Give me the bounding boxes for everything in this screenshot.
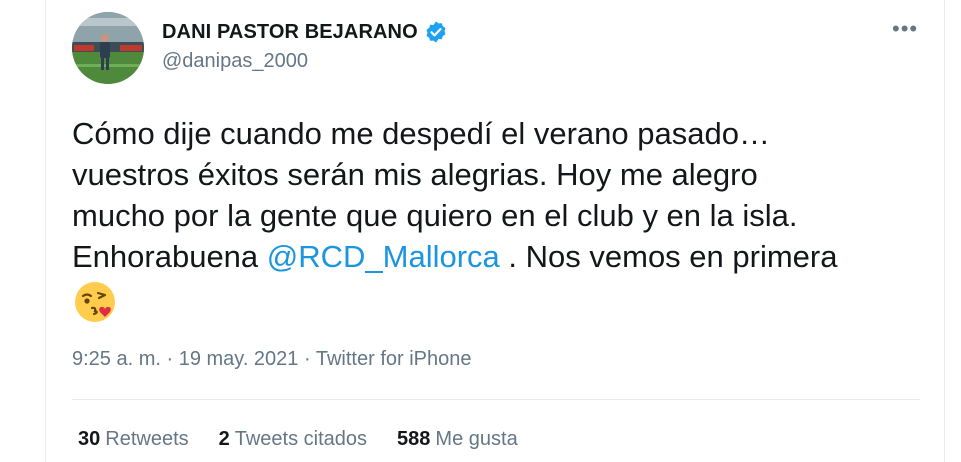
avatar[interactable] (72, 12, 144, 84)
author-handle[interactable]: @danipas_2000 (162, 50, 308, 73)
tweet-line: vuestros éxitos serán mis alegrias. Hoy … (72, 157, 758, 192)
tweet-source[interactable]: Twitter for iPhone (316, 348, 472, 370)
retweets-count: 30 (78, 428, 101, 450)
retweets-stat[interactable]: 30 Retweets (78, 428, 189, 451)
tweet-text-fragment: . Nos vemos en primera (499, 239, 838, 274)
divider (72, 399, 920, 400)
tweet-line: Enhorabuena @RCD_Mallorca . Nos vemos en… (72, 236, 912, 277)
quote-tweets-count: 2 (218, 428, 230, 450)
face-blowing-kiss-icon (72, 279, 118, 325)
avatar-image (72, 12, 144, 84)
retweets-label: Retweets (105, 428, 189, 450)
quote-tweets-label: Tweets citados (234, 428, 368, 450)
likes-label: Me gusta (435, 428, 518, 450)
tweet-time[interactable]: 9:25 a. m. (72, 348, 161, 370)
tweet-line (72, 277, 912, 325)
meta-separator: · (298, 348, 316, 370)
tweet-date[interactable]: 19 may. 2021 (179, 348, 299, 370)
tweet-meta: 9:25 a. m. · 19 may. 2021 · Twitter for … (72, 348, 471, 371)
quote-tweets-stat[interactable]: 2 Tweets citados (219, 428, 367, 451)
more-options-icon[interactable]: ••• (892, 18, 918, 40)
mention-link[interactable]: @RCD_Mallorca (267, 239, 500, 274)
author-display-name[interactable]: DANI PASTOR BEJARANO (162, 21, 418, 44)
likes-stat[interactable]: 588 Me gusta (397, 428, 518, 451)
tweet-line: Cómo dije cuando me despedí el verano pa… (72, 116, 770, 151)
author-name-row[interactable]: DANI PASTOR BEJARANO (162, 20, 448, 44)
meta-separator: · (160, 348, 179, 370)
likes-count: 588 (397, 428, 431, 450)
tweet-text-fragment: Enhorabuena (72, 239, 267, 274)
verified-badge-icon (424, 20, 448, 44)
tweet-line: mucho por la gente que quiero en el club… (72, 198, 798, 233)
engagement-stats: 30 Retweets 2 Tweets citados 588 Me gusta (78, 428, 518, 451)
tweet-text: Cómo dije cuando me despedí el verano pa… (72, 113, 912, 325)
